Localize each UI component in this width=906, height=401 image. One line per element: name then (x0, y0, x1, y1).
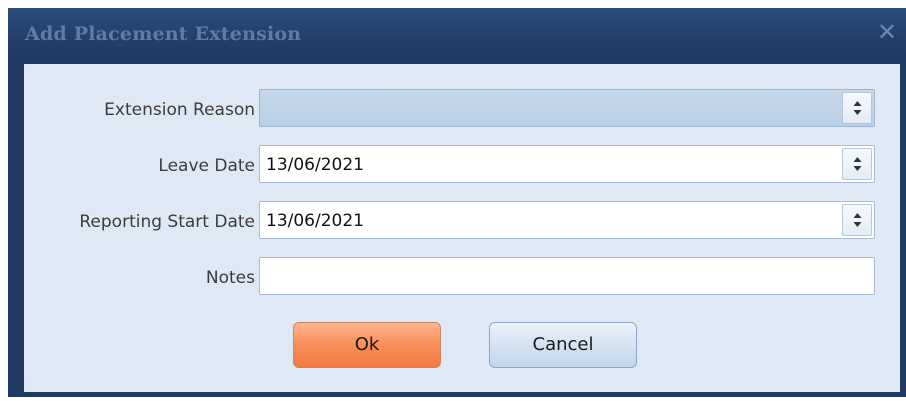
notes-label: Notes (205, 268, 255, 288)
dialog-body: Extension Reason Leave Date 13/06/2021 R… (24, 64, 900, 392)
title-bar[interactable]: Add Placement Extension ✕ (8, 8, 906, 64)
reporting-start-date-input[interactable]: 13/06/2021 (259, 201, 875, 239)
leave-date-label: Leave Date (158, 156, 255, 176)
close-icon[interactable]: ✕ (874, 19, 900, 45)
leave-date-spin-button[interactable] (842, 148, 872, 180)
add-placement-extension-dialog: Add Placement Extension ✕ Extension Reas… (8, 8, 906, 397)
reporting-start-date-label: Reporting Start Date (79, 212, 255, 232)
notes-input[interactable] (259, 257, 875, 295)
dialog-title: Add Placement Extension (25, 23, 302, 45)
spin-updown-icon (853, 101, 862, 115)
extension-reason-spin-button[interactable] (842, 92, 872, 124)
leave-date-value: 13/06/2021 (266, 155, 364, 175)
spin-updown-icon (853, 157, 862, 171)
extension-reason-label: Extension Reason (104, 100, 255, 120)
cancel-button[interactable]: Cancel (489, 322, 637, 368)
ok-button[interactable]: Ok (293, 322, 441, 368)
extension-reason-combo[interactable] (259, 89, 875, 127)
spin-updown-icon (853, 213, 862, 227)
reporting-start-date-spin-button[interactable] (842, 204, 872, 236)
leave-date-input[interactable]: 13/06/2021 (259, 145, 875, 183)
reporting-start-date-value: 13/06/2021 (266, 211, 364, 231)
